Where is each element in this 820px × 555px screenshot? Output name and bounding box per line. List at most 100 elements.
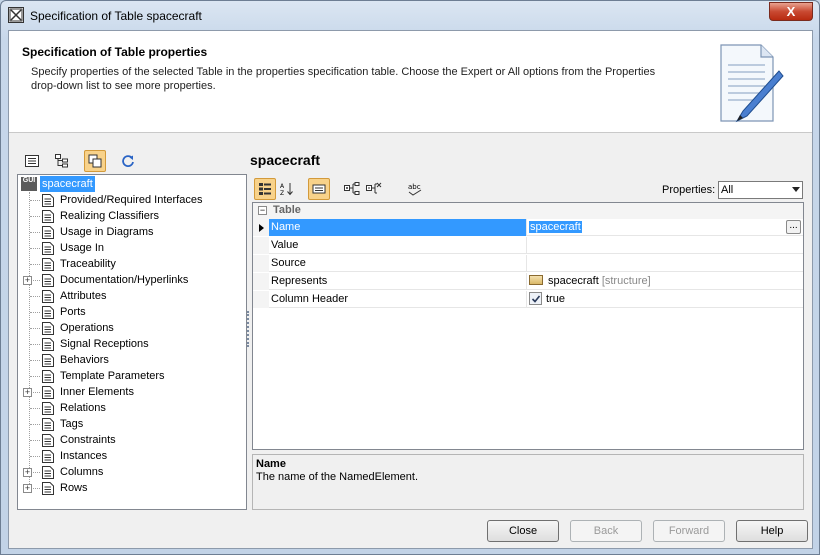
page-icon — [42, 402, 54, 415]
tree-item[interactable]: Usage In — [18, 240, 246, 256]
categorized-icon[interactable] — [254, 178, 276, 200]
properties-dropdown[interactable]: All — [718, 181, 803, 199]
title-bar: Specification of Table spacecraft X — [1, 1, 819, 30]
collapse-icon[interactable]: − — [258, 206, 267, 215]
tree-item-label: Inner Elements — [60, 386, 134, 398]
checkbox[interactable] — [529, 292, 542, 305]
property-value[interactable]: spacecraft [structure] — [527, 273, 803, 290]
tree-item[interactable]: Attributes — [18, 288, 246, 304]
properties-dropdown-value: All — [721, 184, 734, 196]
chevron-down-icon — [792, 187, 800, 192]
expand-icon[interactable]: + — [23, 484, 32, 493]
tree-item-label: Documentation/Hyperlinks — [60, 274, 189, 286]
tree-item[interactable]: + Columns — [18, 464, 246, 480]
tree-item[interactable]: Usage in Diagrams — [18, 224, 246, 240]
tree-item[interactable]: Template Parameters — [18, 368, 246, 384]
property-row[interactable]: Value — [253, 237, 803, 254]
tree-item[interactable]: Relations — [18, 400, 246, 416]
property-row[interactable]: Column Header true — [253, 291, 803, 308]
tree-view-icon[interactable] — [51, 150, 73, 172]
tree-item-label: Template Parameters — [60, 370, 165, 382]
tree-connector — [30, 264, 40, 265]
tree-item[interactable]: Instances — [18, 448, 246, 464]
page-icon — [42, 194, 54, 207]
tree-item[interactable]: Behaviors — [18, 352, 246, 368]
tree-item[interactable]: + Rows — [18, 480, 246, 496]
property-value-type: [structure] — [601, 275, 651, 287]
expand-icon[interactable]: + — [23, 388, 32, 397]
svg-text:Z: Z — [280, 190, 284, 196]
page-icon — [42, 370, 54, 383]
property-name: Represents — [269, 273, 527, 290]
navigation-tree[interactable]: GUI spacecraft Provided/Required Interfa… — [17, 174, 247, 510]
property-name: Name — [269, 219, 527, 236]
tree-root-label[interactable]: spacecraft — [40, 176, 95, 192]
tree-connector — [30, 360, 40, 361]
tree-item[interactable]: Ports — [18, 304, 246, 320]
tree-item-label: Operations — [60, 322, 114, 334]
tree-item-label: Traceability — [60, 258, 116, 270]
tree-item[interactable]: + Documentation/Hyperlinks — [18, 272, 246, 288]
window-close-button[interactable]: X — [769, 2, 813, 21]
property-value[interactable]: true — [527, 291, 803, 308]
ellipsis-button[interactable]: ... — [786, 220, 801, 234]
row-gutter — [253, 291, 269, 308]
sort-alpha-icon[interactable]: AZ — [276, 178, 298, 200]
header-title: Specification of Table properties — [22, 45, 208, 59]
page-icon — [42, 386, 54, 399]
app-icon — [8, 7, 24, 23]
properties-panel: AZ abc Properties: All − Table Name spac… — [252, 174, 804, 510]
tree-item[interactable]: Tags — [18, 416, 246, 432]
forward-button[interactable]: Forward — [653, 520, 725, 542]
page-icon — [42, 482, 54, 495]
property-value[interactable]: spacecraft... — [527, 219, 803, 236]
tree-item-label: Tags — [60, 418, 84, 430]
back-button[interactable]: Back — [570, 520, 642, 542]
tree-item[interactable]: + Inner Elements — [18, 384, 246, 400]
expand-icon[interactable]: + — [23, 276, 32, 285]
copy-icon[interactable] — [84, 150, 106, 172]
row-gutter — [253, 255, 269, 272]
tree-item[interactable]: Operations — [18, 320, 246, 336]
section-header[interactable]: − Table — [253, 203, 803, 219]
tree-item-label: Provided/Required Interfaces — [60, 194, 203, 206]
tree-item-label: Relations — [60, 402, 106, 414]
properties-toolbar: AZ abc Properties: All — [252, 177, 804, 201]
collapse-all-icon[interactable] — [363, 178, 385, 200]
property-description: Name The name of the NamedElement. — [252, 454, 804, 510]
tree-connector — [30, 232, 40, 233]
spelling-icon[interactable]: abc — [404, 178, 426, 200]
property-value[interactable] — [527, 237, 803, 254]
close-button[interactable]: Close — [487, 520, 559, 542]
tree-item[interactable]: Realizing Classifiers — [18, 208, 246, 224]
page-icon — [42, 466, 54, 479]
panel-splitter[interactable] — [247, 311, 249, 347]
expand-icon[interactable]: + — [23, 468, 32, 477]
tree-item[interactable]: Constraints — [18, 432, 246, 448]
property-row[interactable]: Name spacecraft... — [253, 219, 803, 236]
hide-empty-icon[interactable] — [308, 178, 330, 200]
tree-item-label: Signal Receptions — [60, 338, 149, 350]
tree-item[interactable]: Traceability — [18, 256, 246, 272]
header-description: Specify properties of the selected Table… — [31, 66, 656, 92]
tree-item[interactable]: Provided/Required Interfaces — [18, 192, 246, 208]
expand-all-icon[interactable] — [341, 178, 363, 200]
property-value-text[interactable]: spacecraft — [529, 221, 582, 233]
description-text: The name of the NamedElement. — [256, 471, 419, 483]
tree-item-label: Usage in Diagrams — [60, 226, 154, 238]
refresh-icon[interactable] — [117, 150, 139, 172]
list-view-icon[interactable] — [21, 150, 43, 172]
row-gutter — [253, 237, 269, 254]
page-icon — [42, 450, 54, 463]
property-value[interactable] — [527, 255, 803, 272]
page-icon — [42, 226, 54, 239]
tree-item[interactable]: Signal Receptions — [18, 336, 246, 352]
description-title: Name — [256, 458, 286, 470]
properties-grid[interactable]: − Table Name spacecraft... Value Source Repr… — [252, 202, 804, 450]
property-row[interactable]: Source — [253, 255, 803, 272]
tree-item-label: Behaviors — [60, 354, 109, 366]
property-row[interactable]: Represents spacecraft [structure] — [253, 273, 803, 290]
help-button[interactable]: Help — [736, 520, 808, 542]
document-pencil-icon — [713, 41, 785, 127]
current-row-icon — [259, 224, 264, 232]
